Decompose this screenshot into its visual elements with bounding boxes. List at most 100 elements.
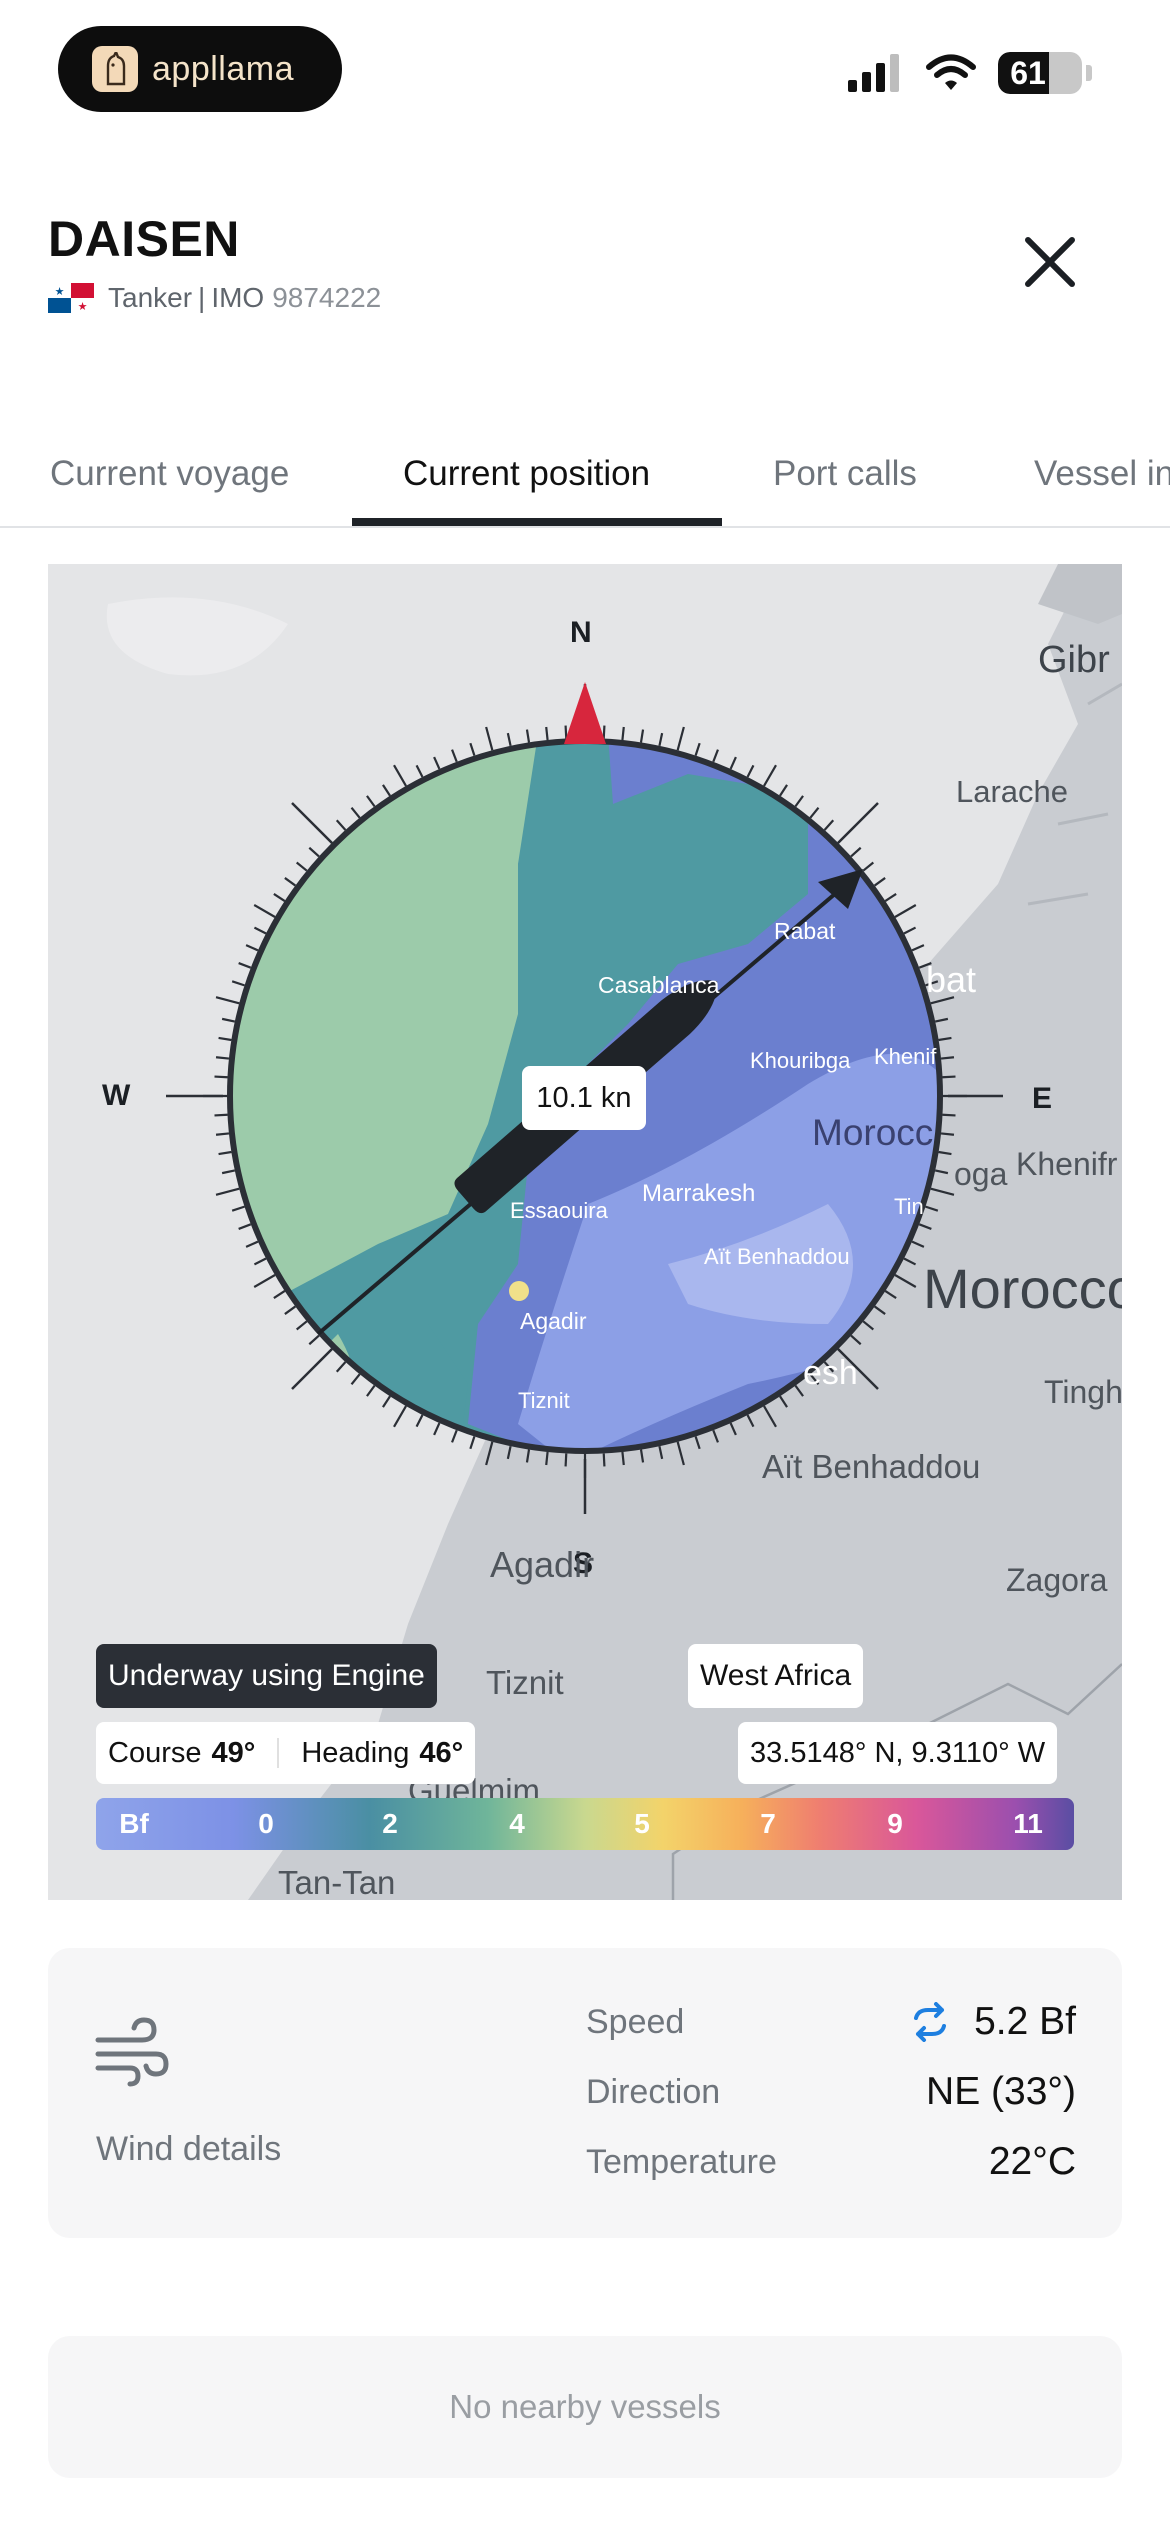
region-badge: West Africa — [688, 1644, 864, 1708]
llama-logo-icon — [92, 46, 138, 92]
compass-tick — [215, 1132, 230, 1136]
compass-tick — [545, 1451, 549, 1466]
bf-scale-label: 0 — [258, 1808, 274, 1839]
tab-bar: Current voyage Current position Port cal… — [0, 420, 1170, 528]
compass-tick — [545, 726, 549, 741]
wind-direction-value: NE (33°) — [926, 2070, 1076, 2113]
vessel-name: DAISEN — [48, 211, 240, 267]
course-label: Course — [108, 1736, 202, 1769]
app-name: appllama — [152, 49, 294, 88]
heading-value: 46° — [419, 1736, 464, 1769]
place-label: Tin — [894, 1194, 924, 1219]
beaufort-scale-legend: Bf 0 2 4 5 7 9 11 — [96, 1798, 1074, 1850]
compass-tick — [564, 725, 568, 739]
wind-speed-label: Speed — [586, 2002, 685, 2041]
place-label: bat — [926, 959, 977, 1000]
bf-scale-label: 11 — [1013, 1808, 1043, 1839]
vessel-separator: | — [198, 282, 206, 313]
wind-details-card: Wind details Speed 5.2 Bf Direction NE (… — [48, 1948, 1122, 2238]
place-label: Morocc — [812, 1112, 934, 1153]
tab-current-voyage[interactable]: Current voyage — [50, 420, 289, 528]
navigation-status-badge: Underway using Engine — [96, 1644, 437, 1708]
vessel-type: Tanker — [108, 282, 193, 313]
svg-text:★: ★ — [78, 301, 88, 313]
compass-tick — [940, 1056, 955, 1060]
imo-number: 9874222 — [272, 282, 382, 313]
place-label: Larache — [956, 774, 1069, 809]
coordinates-badge: 33.5148° N, 9.3110° W — [738, 1722, 1058, 1784]
wind-direction-label: Direction — [586, 2072, 721, 2111]
svg-text:★: ★ — [55, 286, 65, 298]
tab-port-calls[interactable]: Port calls — [773, 420, 917, 528]
battery-level: 61 — [1010, 55, 1046, 91]
place-label: Khouribga — [750, 1048, 851, 1073]
tab-current-position[interactable]: Current position — [403, 420, 650, 528]
unit-toggle-icon[interactable] — [910, 2002, 950, 2042]
course-heading-panel: Course 49° Heading 46° — [96, 1722, 476, 1784]
wind-details-title: Wind details — [96, 2130, 282, 2168]
place-label: Agadir — [520, 1308, 587, 1334]
place-label: Rabat — [774, 918, 836, 944]
bf-scale-label: 4 — [509, 1808, 525, 1839]
compass-tick — [602, 725, 606, 739]
signal-icon — [848, 54, 899, 92]
panama-flag-icon: ★ ★ — [48, 283, 94, 313]
compass-tick — [214, 1113, 228, 1117]
compass-tick — [215, 1056, 230, 1060]
compass-tick — [621, 726, 625, 741]
compass-tick — [564, 1453, 568, 1467]
place-label: Agadir — [490, 1544, 595, 1585]
compass-tick — [214, 1075, 228, 1079]
place-label: Tiznit — [486, 1664, 564, 1701]
compass-tick — [942, 1075, 956, 1079]
course-value: 49° — [211, 1736, 256, 1769]
place-label: Khenif — [874, 1044, 937, 1069]
compass-tick — [942, 1113, 956, 1117]
place-label: esh — [803, 1354, 858, 1392]
place-label: Tinghi — [1044, 1374, 1122, 1410]
bf-scale-label: 2 — [382, 1808, 398, 1839]
vessel-subtitle: ★ ★ Tanker | IMO 9874222 — [48, 282, 381, 314]
compass-n: N — [570, 616, 592, 649]
wind-direction-row: Direction NE (33°) — [586, 2062, 1076, 2122]
tab-vessel-info[interactable]: Vessel in — [1034, 420, 1170, 528]
wind-speed-value: 5.2 Bf — [974, 2000, 1076, 2043]
heading-label: Heading — [301, 1736, 410, 1769]
imo-label: IMO — [211, 282, 265, 313]
compass-tick — [621, 1451, 625, 1466]
compass-tick — [940, 1132, 955, 1136]
vessel-position-map[interactable]: N S E W Gibr Larache Rabat Casablanca ba… — [48, 564, 1122, 1900]
place-label: Tan-Tan — [278, 1864, 396, 1900]
place-label: Aït Benhaddou — [704, 1244, 850, 1269]
nearby-vessels-empty: No nearby vessels — [48, 2336, 1122, 2478]
close-icon[interactable] — [1018, 230, 1082, 294]
active-tab-indicator — [352, 518, 722, 526]
compass-w: W — [102, 1079, 131, 1112]
bf-scale-label: Bf — [119, 1808, 149, 1839]
temperature-label: Temperature — [586, 2142, 777, 2181]
place-label: Essaouira — [510, 1198, 608, 1223]
compass-e: E — [1032, 1082, 1053, 1115]
place-label: Casablanca — [598, 972, 720, 998]
bf-scale-label: 5 — [634, 1808, 650, 1839]
place-label: Morocco — [923, 1257, 1122, 1320]
place-label: Khenifr — [1016, 1146, 1118, 1182]
wind-icon — [95, 2017, 169, 2087]
temperature-row: Temperature 22°C — [586, 2132, 1076, 2192]
place-label: Marrakesh — [642, 1180, 756, 1207]
wifi-icon — [926, 54, 976, 90]
temperature-value: 22°C — [988, 2140, 1076, 2183]
place-label: Zagora — [1006, 1562, 1108, 1598]
speed-label: 10.1 kn — [522, 1066, 646, 1130]
wind-speed-row: Speed 5.2 Bf — [586, 1992, 1076, 2052]
bf-scale-label: 7 — [760, 1808, 776, 1839]
place-label: Tiznit — [518, 1388, 570, 1413]
place-label: Gibr — [1038, 639, 1110, 681]
place-label: oga — [954, 1156, 1008, 1192]
app-badge[interactable]: appllama — [58, 26, 342, 112]
compass-tick — [602, 1453, 606, 1467]
place-label: Aït Benhaddou — [762, 1448, 981, 1485]
bf-scale-label: 9 — [887, 1808, 903, 1839]
status-bar: appllama 61 — [0, 0, 1170, 140]
battery-icon: 61 — [998, 52, 1082, 94]
